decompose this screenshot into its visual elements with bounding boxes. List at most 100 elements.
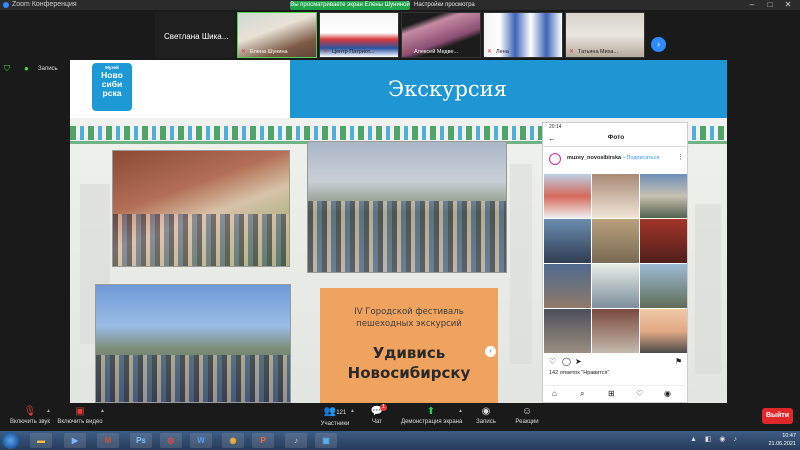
recording-label: Запись [38, 66, 58, 72]
grid-photo [544, 264, 591, 308]
grid-photo [544, 219, 591, 263]
chat-unread-badge: 1 [380, 404, 387, 411]
follow-link: • Подписаться [623, 155, 660, 161]
search-icon: ⌕ [580, 389, 585, 398]
logo-line: рска [102, 88, 122, 98]
instagram-account-row: muzey_novosibirska • Подписаться ⋮ [543, 151, 689, 167]
view-options-menu[interactable]: Настройки просмотра [414, 0, 475, 10]
photoshop-app[interactable]: Ps [130, 433, 152, 448]
start-button-icon[interactable] [2, 432, 19, 449]
clock-time: 10:47 [782, 433, 796, 439]
share-screen-icon: ⬆ [426, 406, 436, 417]
media-player-icon[interactable]: ▶ [64, 433, 86, 448]
grid-photo [640, 219, 687, 263]
participant-tile[interactable]: Светлана Шика... [155, 12, 235, 58]
share-screen-button[interactable]: ⬆ Демонстрация экрана [401, 405, 462, 431]
participant-tile[interactable]: ✕ Лена [483, 12, 563, 58]
recording-icon[interactable]: ● [24, 64, 34, 74]
word-app[interactable]: W [190, 433, 212, 448]
participant-name: Татьяна Миха... [578, 49, 619, 55]
heart-icon: ♡ [636, 389, 644, 398]
clock-date: 21.06.2021 [768, 441, 796, 447]
chevron-up-icon[interactable]: ▲ [100, 408, 105, 414]
grid-photo [592, 219, 639, 263]
participant-tile[interactable]: ✕ Центр Патриот... [319, 12, 399, 58]
system-tray-icons[interactable]: ▲ ◧ ◉ ♪ [690, 435, 740, 443]
screen-share-banner: Вы просматриваете экран Елены Шуниной [290, 1, 410, 10]
grid-photo [592, 309, 639, 353]
group-of-people [96, 355, 290, 402]
participant-strip: Светлана Шика... ✕ Елена Шунина ✕ Центр … [0, 10, 800, 60]
grid-photo [640, 264, 687, 308]
heart-icon: ♡ [549, 357, 557, 366]
chat-icon: 💬 [370, 406, 384, 417]
more-icon: ⋮ [677, 154, 684, 161]
powerpoint-app[interactable]: P [252, 433, 274, 448]
participant-name: Центр Патриот... [332, 49, 375, 55]
start-video-label: Включить видео [57, 419, 103, 425]
excursion-photo [307, 141, 507, 273]
arrow-right-icon: › [485, 346, 496, 357]
muted-mic-icon: ✕ [487, 49, 493, 55]
account-avatar [549, 153, 561, 165]
slide-header: Музей Ново сиби рска Экскурсия [70, 60, 727, 118]
folder-icon[interactable]: ▬ [30, 433, 52, 448]
participant-name: Елена Шунина [250, 49, 288, 55]
close-icon[interactable]: ✕ [780, 0, 796, 10]
windows-taskbar: ▬ ▶ M Ps ◎ W ◉ P ♪ ▣ ▲ ◧ ◉ ♪ 10:47 21.06… [0, 431, 800, 450]
chrome-icon[interactable]: ◉ [222, 433, 244, 448]
comment-icon: ◯ [562, 357, 571, 366]
microphone-icon[interactable]: ♪ [285, 433, 307, 448]
festival-line-1: IV Городской фестиваль [354, 307, 464, 317]
post-actions: ♡ ◯ ➤ ⚑ [549, 357, 683, 367]
system-clock[interactable]: 10:47 21.06.2021 [768, 432, 796, 448]
participant-tile[interactable]: ✕ Татьяна Миха... [565, 12, 645, 58]
group-of-people [113, 214, 289, 266]
sketch-building [695, 204, 721, 374]
account-username: muzey_novosibirska [567, 155, 622, 161]
likes-count: 142 отметок "Нравится" [549, 370, 610, 376]
museum-logo: Музей Ново сиби рска [92, 63, 132, 111]
meeting-toolbar: 🎙 Включить звук ▲ ▣ Включить видео ▲ 👥12… [0, 403, 800, 431]
zoom-app-icon[interactable]: ▣ [315, 433, 337, 448]
chat-label: Чат [372, 419, 382, 425]
muted-mic-icon: ✕ [405, 49, 411, 55]
muted-mic-icon: ✕ [569, 49, 575, 55]
shield-icon[interactable]: ⛉ [4, 64, 14, 74]
bookmark-icon: ⚑ [675, 357, 683, 366]
participant-name: Светлана Шика... [164, 32, 229, 41]
leave-meeting-button[interactable]: Выйти [762, 408, 793, 424]
phone-status-bar: 20:14 [549, 124, 562, 130]
add-post-icon: ⊞ [608, 389, 615, 398]
smile-icon: ☺ [521, 406, 533, 417]
festival-poster: IV Городской фестиваль пешеходных экскур… [320, 288, 498, 403]
profile-icon: ◉ [664, 389, 671, 398]
maximize-icon[interactable]: □ [762, 0, 778, 10]
slide-title: Экскурсия [388, 77, 507, 101]
participant-name: Алексей Медве... [414, 49, 459, 55]
grid-photo [640, 309, 687, 353]
phone-header: ← Фото [543, 131, 689, 147]
instagram-bottom-nav: ⌂ ⌕ ⊞ ♡ ◉ [543, 385, 689, 403]
participant-tile[interactable]: ✕ Алексей Медве... [401, 12, 481, 58]
browser-icon[interactable]: ◎ [160, 433, 182, 448]
reactions-button[interactable]: ☺ Реакции [497, 405, 557, 431]
participants-count: 121 [336, 410, 347, 416]
grid-photo [544, 309, 591, 353]
zoom-logo-icon [3, 2, 9, 8]
shared-screen-slide: Музей Ново сиби рска Экскурсия IV Городс… [70, 60, 727, 403]
next-page-arrow-icon[interactable]: › [651, 37, 666, 52]
grid-photo [592, 174, 639, 218]
mail-app-icon[interactable]: M [97, 433, 119, 448]
festival-headline-2: Новосибирску [347, 364, 471, 382]
grid-photo [592, 264, 639, 308]
excursion-photo [112, 150, 290, 267]
participant-tile[interactable]: ✕ Елена Шунина [237, 12, 317, 58]
chat-button[interactable]: 💬 Чат [347, 405, 407, 431]
minimize-icon[interactable]: – [744, 0, 760, 10]
festival-line-2: пешеходных экскурсий [356, 319, 462, 329]
reactions-label: Реакции [515, 419, 539, 425]
sketch-building [510, 164, 532, 364]
window-title: Zoom Конференция [12, 1, 77, 8]
photo-grid [543, 174, 689, 354]
